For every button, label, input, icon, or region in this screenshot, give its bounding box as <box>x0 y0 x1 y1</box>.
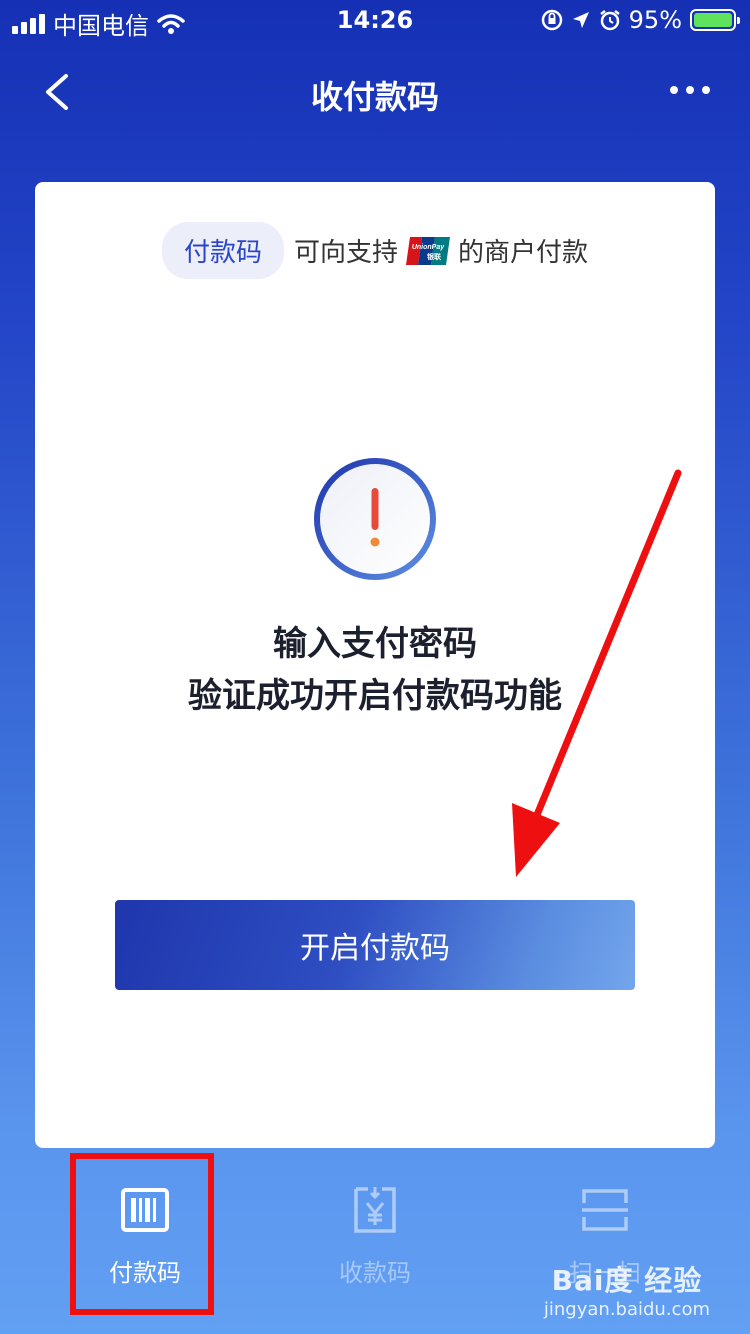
status-right: 95% <box>541 6 740 34</box>
tab-receive-code[interactable]: 收款码 <box>300 1185 450 1295</box>
more-options-icon[interactable] <box>670 82 710 98</box>
unionpay-logo-icon: UnionPay 银联 <box>406 236 450 265</box>
watermark-url: jingyan.baidu.com <box>543 1299 710 1320</box>
support-prefix: 可向支持 <box>293 238 398 268</box>
yuan-receipt-icon <box>354 1187 396 1233</box>
warning-icon <box>314 458 436 580</box>
battery-icon <box>690 9 740 31</box>
support-suffix: 的商户付款 <box>458 238 589 268</box>
annotation-highlight-box <box>70 1153 214 1315</box>
status-bar: 中国电信 14:26 95% <box>0 0 750 40</box>
nav-bar: 收付款码 <box>0 56 750 128</box>
scan-icon <box>582 1189 628 1231</box>
pay-code-pill: 付款码 <box>161 222 284 279</box>
page-title: 收付款码 <box>310 78 439 116</box>
annotation-arrow-icon <box>512 469 682 877</box>
battery-percent: 95% <box>628 6 682 34</box>
alarm-icon <box>599 10 620 31</box>
enable-pay-code-button[interactable]: 开启付款码 <box>115 900 635 990</box>
orientation-lock-icon <box>541 9 562 31</box>
svg-text:UnionPay: UnionPay <box>412 244 445 251</box>
svg-text:银联: 银联 <box>427 252 442 261</box>
location-icon <box>572 12 589 28</box>
support-row: 付款码 可向支持 UnionPay 银联 的商户付款 <box>35 222 715 279</box>
baidu-jingyan-watermark: Bai度 经验 jingyan.baidu.com <box>544 1259 710 1320</box>
tab-label-receive: 收款码 <box>339 1259 411 1287</box>
watermark-brand: Bai度 经验 <box>551 1264 703 1297</box>
